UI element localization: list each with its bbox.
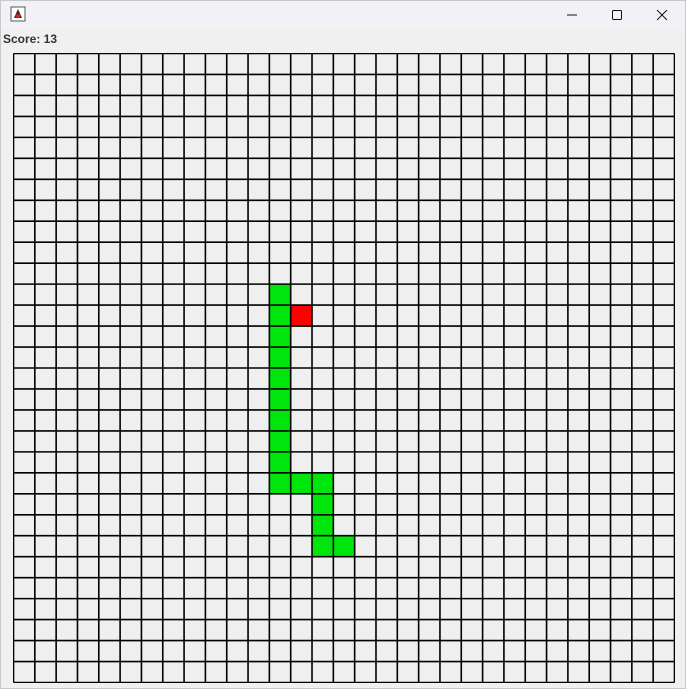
title-bar[interactable]	[1, 1, 685, 28]
close-icon	[656, 9, 668, 21]
snake-segment	[269, 368, 291, 389]
snake-segment	[312, 514, 334, 536]
snake-segment	[269, 472, 291, 494]
snake-head	[269, 284, 291, 306]
food-item	[290, 305, 313, 327]
snake-segment	[333, 535, 355, 557]
minimize-icon	[566, 9, 578, 21]
minimize-button[interactable]	[549, 1, 595, 28]
maximize-icon	[611, 9, 623, 21]
snake-segment	[269, 409, 291, 431]
close-button[interactable]	[639, 1, 685, 28]
snake-segment	[312, 493, 334, 515]
game-window: Score: 13	[0, 0, 686, 689]
java-duke-icon	[10, 6, 26, 22]
snake-segment	[269, 430, 291, 452]
snake-segment	[312, 535, 334, 557]
snake-segment	[290, 472, 313, 494]
snake-segment	[269, 326, 291, 348]
snake-segment	[269, 451, 291, 473]
snake-segment	[269, 347, 291, 368]
snake-segment	[269, 388, 291, 410]
game-board[interactable]	[13, 53, 675, 683]
snake-segment	[312, 472, 334, 494]
snake-segment	[269, 305, 291, 327]
score-label: Score: 13	[3, 32, 58, 46]
maximize-button[interactable]	[594, 1, 640, 28]
